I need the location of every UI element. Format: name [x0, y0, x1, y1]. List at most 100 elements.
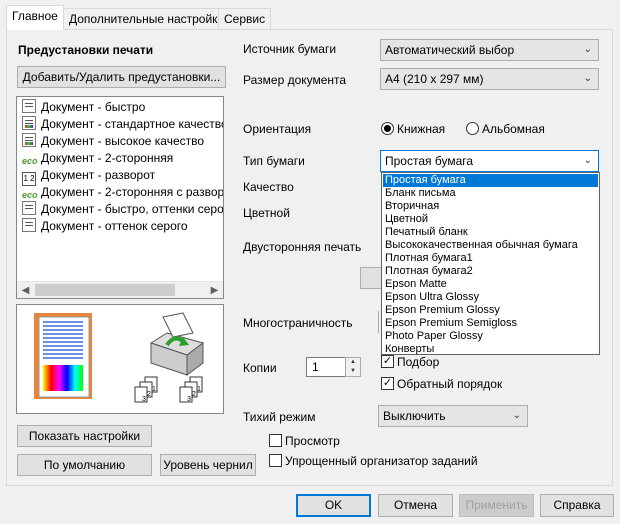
paper-type-option[interactable]: Epson Matte [383, 278, 598, 291]
paper-source-value: Автоматический выбор [385, 43, 515, 57]
collate-page-label: 1 [197, 386, 201, 393]
paper-type-option[interactable]: Конверты [383, 343, 598, 356]
arrow-up-icon[interactable]: ▲ [346, 358, 360, 367]
copies-label: Копии [243, 361, 277, 375]
quiet-mode-value: Выключить [383, 409, 446, 423]
tab-service[interactable]: Сервис [218, 8, 272, 29]
multipage-label: Многостраничность [243, 316, 353, 330]
collate-label[interactable]: Подбор [397, 355, 439, 369]
quiet-mode-label: Тихий режим [243, 410, 316, 424]
paper-type-value: Простая бумага [385, 154, 474, 168]
doc-size-select[interactable]: A4 (210 x 297 мм) ⌄ [380, 68, 599, 90]
tab-advanced[interactable]: Дополнительные настройки [63, 8, 231, 29]
list-item-label: Документ - 2-сторонняя с разворот [41, 185, 224, 199]
orientation-label: Ориентация [243, 122, 312, 136]
paper-type-option[interactable]: Простая бумага [383, 174, 598, 187]
collate-page-label: 1 [152, 386, 156, 393]
paper-preview-icon: 3 2 1 3 2 1 [34, 312, 205, 403]
paper-source-select[interactable]: Автоматический выбор ⌄ [380, 39, 599, 61]
paper-type-option[interactable]: Плотная бумага2 [383, 265, 598, 278]
help-button[interactable]: Справка [540, 494, 614, 517]
list-item[interactable]: eco Документ - 2-сторонняя [22, 150, 173, 167]
list-item[interactable]: Документ - быстро [22, 99, 145, 116]
doc-size-value: A4 (210 x 297 мм) [385, 72, 484, 86]
list-item[interactable]: Документ - высокое качество [22, 133, 204, 150]
list-item-label: Документ - стандартное качество [41, 117, 224, 131]
chevron-down-icon: ⌄ [583, 44, 592, 55]
list-item[interactable]: Документ - стандартное качество [22, 116, 224, 133]
scroll-right-icon[interactable]: ▶ [206, 282, 223, 298]
document-color-icon [22, 116, 36, 130]
list-item[interactable]: Документ - быстро, оттенки серого [22, 201, 224, 218]
paper-type-option[interactable]: Epson Premium Glossy [383, 304, 598, 317]
preview-checkbox[interactable] [269, 434, 282, 447]
preview-label[interactable]: Просмотр [285, 434, 340, 448]
portrait-radio[interactable] [381, 122, 394, 135]
collate-checkbox[interactable]: ✓ [381, 355, 394, 368]
list-item-label: Документ - 2-сторонняя [41, 151, 174, 165]
ink-levels-button[interactable]: Уровень чернил [160, 454, 256, 476]
chevron-down-icon: ⌄ [583, 73, 592, 84]
list-item[interactable]: Документ - оттенок серого [22, 218, 188, 235]
defaults-button[interactable]: По умолчанию [17, 454, 152, 476]
preview-box: 3 2 1 3 2 1 [16, 304, 224, 414]
quiet-mode-select[interactable]: Выключить ⌄ [378, 405, 528, 427]
document-icon [22, 201, 36, 215]
collate-page-label: 2 [192, 391, 196, 398]
chevron-down-icon: ⌄ [583, 155, 592, 166]
paper-type-option[interactable]: Вторичная [383, 200, 598, 213]
add-remove-presets-button[interactable]: Добавить/Удалить предустановки... [17, 66, 226, 88]
reverse-order-checkbox[interactable]: ✓ [381, 377, 394, 390]
apply-button[interactable]: Применить [459, 494, 534, 517]
paper-type-option[interactable]: Печатный бланк [383, 226, 598, 239]
portrait-label[interactable]: Книжная [397, 122, 445, 136]
organizer-label[interactable]: Упрощенный организатор заданий [285, 454, 478, 468]
paper-type-select[interactable]: Простая бумага ⌄ [380, 150, 599, 172]
scroll-left-icon[interactable]: ◀ [17, 282, 34, 298]
list-item[interactable]: 1 2 Документ - разворот [22, 167, 156, 186]
paper-type-option[interactable]: Epson Premium Semigloss [383, 317, 598, 330]
show-settings-button[interactable]: Показать настройки [17, 425, 152, 447]
eco-icon: eco [22, 190, 38, 200]
document-icon [22, 218, 36, 232]
collate-page-label: 3 [142, 396, 146, 403]
doc-size-label: Размер документа [243, 73, 347, 87]
collate-page-label: 3 [187, 396, 191, 403]
list-item-label: Документ - быстро, оттенки серого [41, 202, 224, 216]
document-icon [22, 99, 36, 113]
paper-type-option[interactable]: Высококачественная обычная бумага [383, 239, 598, 252]
list-item-label: Документ - высокое качество [41, 134, 205, 148]
paper-type-option[interactable]: Плотная бумага1 [383, 252, 598, 265]
collate-page-label: 2 [147, 391, 151, 398]
ok-button[interactable]: OK [296, 494, 371, 517]
presets-title: Предустановки печати [18, 43, 154, 57]
duplex-label: Двусторонняя печать [243, 240, 362, 254]
landscape-label[interactable]: Альбомная [482, 122, 545, 136]
cancel-button[interactable]: Отмена [378, 494, 453, 517]
list-item-label: Документ - разворот [41, 168, 156, 182]
paper-type-option[interactable]: Photo Paper Glossy [383, 330, 598, 343]
list-item[interactable]: eco Документ - 2-сторонняя с разворот [22, 184, 224, 201]
paper-type-option[interactable]: Цветной [383, 213, 598, 226]
arrow-down-icon[interactable]: ▼ [346, 367, 360, 376]
list-item-label: Документ - оттенок серого [41, 219, 188, 233]
presets-list[interactable]: Документ - быстро Документ - стандартное… [16, 96, 224, 299]
scrollbar-thumb[interactable] [35, 284, 175, 296]
document-color-icon [22, 133, 36, 147]
paper-type-option[interactable]: Epson Ultra Glossy [383, 291, 598, 304]
landscape-radio[interactable] [466, 122, 479, 135]
copies-stepper[interactable]: ▲ ▼ [345, 357, 361, 377]
eco-icon: eco [22, 156, 38, 166]
paper-type-option[interactable]: Бланк письма [383, 187, 598, 200]
organizer-checkbox[interactable] [269, 454, 282, 467]
paper-type-dropdown[interactable]: Простая бумага Бланк письма Вторичная Цв… [381, 172, 600, 355]
tab-main[interactable]: Главное [6, 5, 64, 30]
color-label: Цветной [243, 206, 290, 220]
list-item-label: Документ - быстро [41, 100, 146, 114]
paper-type-label: Тип бумаги [243, 154, 305, 168]
reverse-order-label[interactable]: Обратный порядок [397, 377, 502, 391]
horizontal-scrollbar[interactable]: ◀ ▶ [17, 281, 223, 298]
quality-label: Качество [243, 180, 294, 194]
paper-source-label: Источник бумаги [243, 42, 337, 56]
chevron-down-icon: ⌄ [512, 410, 521, 421]
